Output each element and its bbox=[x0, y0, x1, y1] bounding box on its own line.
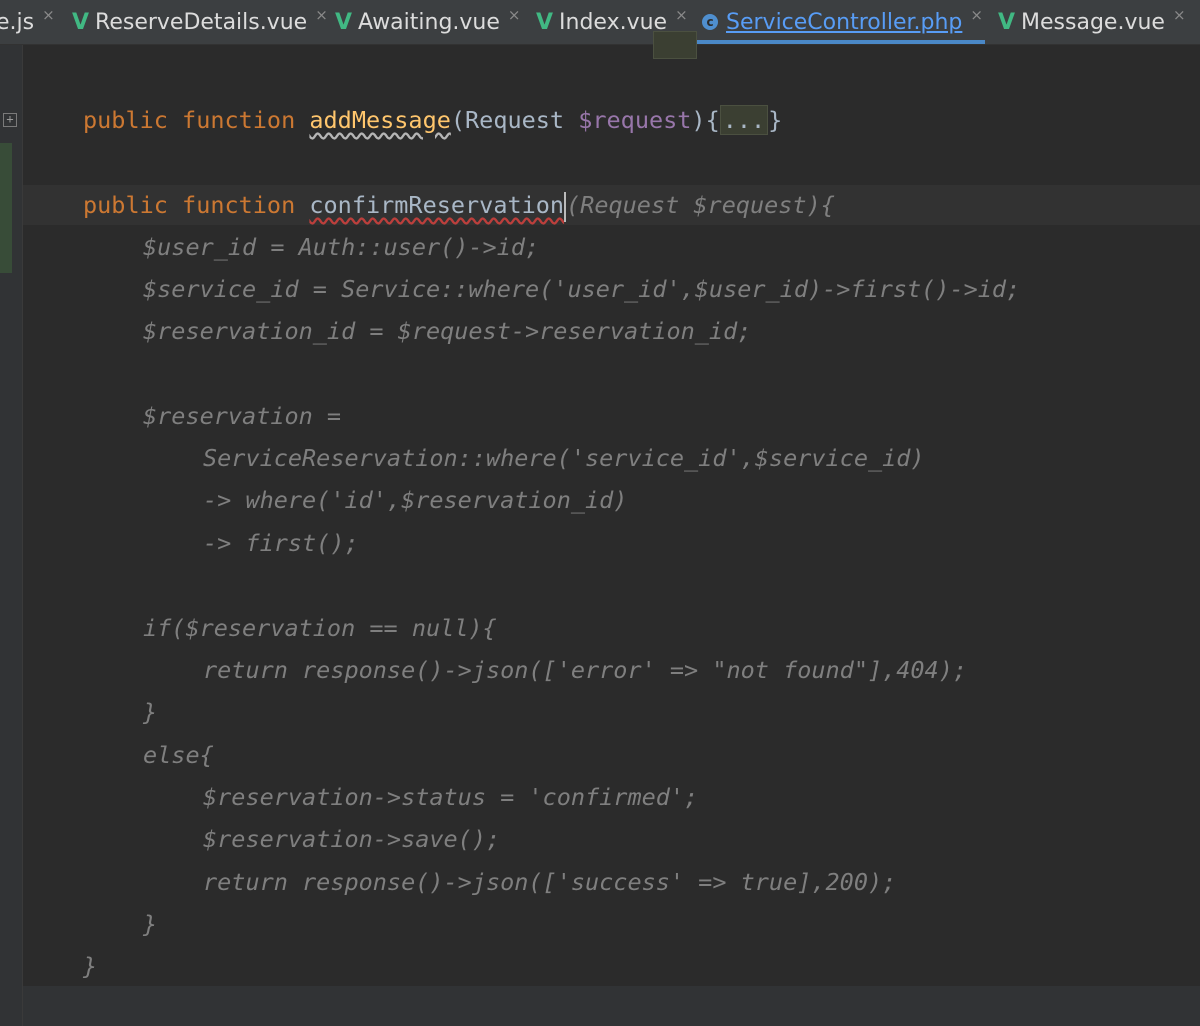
tab-label: ReserveDetails.vue bbox=[95, 9, 308, 35]
keyword-public: public bbox=[83, 106, 168, 134]
tab-label: e.js bbox=[0, 9, 35, 35]
close-icon[interactable]: × bbox=[970, 6, 983, 24]
folded-code-badge[interactable]: ... bbox=[719, 105, 769, 135]
fold-expand-icon[interactable]: + bbox=[3, 113, 17, 127]
close-icon[interactable]: × bbox=[508, 6, 521, 24]
code-line: $service_id = Service::where('user_id',$… bbox=[143, 275, 1021, 303]
tab-e-js[interactable]: e.js × bbox=[0, 0, 55, 44]
keyword-public: public bbox=[83, 191, 168, 219]
code-line: public function confirmReservation(Reque… bbox=[83, 185, 835, 225]
code-editor[interactable]: public function addMessage(Request $requ… bbox=[23, 31, 1200, 986]
editor-empty-area bbox=[23, 986, 1200, 1026]
code-line: public function addMessage(Request $requ… bbox=[83, 100, 782, 140]
function-params: (Request $request){ bbox=[566, 191, 835, 219]
editor-gutter: + bbox=[0, 45, 23, 1026]
code-line: } bbox=[143, 910, 158, 938]
tab-service-controller-php[interactable]: c ServiceController.php × bbox=[692, 0, 985, 44]
code-line: $user_id = Auth::user()->id; bbox=[143, 233, 540, 261]
vue-icon: V bbox=[998, 9, 1016, 35]
tab-label: Index.vue bbox=[559, 9, 668, 35]
code-line: $reservation = bbox=[143, 402, 342, 430]
php-class-icon: c bbox=[702, 14, 718, 30]
code-line: } bbox=[143, 698, 158, 726]
paren: ){ bbox=[691, 106, 720, 134]
code-line: return response()->json(['success' => tr… bbox=[203, 868, 897, 896]
brace: } bbox=[768, 106, 783, 134]
code-line: -> first(); bbox=[203, 529, 359, 557]
code-line: $reservation_id = $request->reservation_… bbox=[143, 317, 752, 345]
paren: ( bbox=[450, 106, 466, 134]
code-line: } bbox=[83, 952, 98, 980]
code-line: ServiceReservation::where('service_id',$… bbox=[203, 444, 925, 472]
vue-icon: V bbox=[335, 9, 353, 35]
folded-region-partial[interactable] bbox=[653, 31, 697, 59]
vue-icon: V bbox=[72, 9, 90, 35]
function-name: addMessage bbox=[309, 106, 451, 134]
tab-label: Awaiting.vue bbox=[358, 9, 500, 35]
code-line: if($reservation == null){ bbox=[143, 614, 497, 642]
type-name: Request bbox=[465, 106, 565, 134]
code-line: else{ bbox=[143, 741, 214, 769]
vue-icon: V bbox=[536, 9, 554, 35]
vcs-change-marker[interactable] bbox=[0, 143, 12, 273]
keyword-function: function bbox=[182, 106, 296, 134]
tab-reserve-details-vue[interactable]: V ReserveDetails.vue × bbox=[72, 0, 328, 44]
tab-label: Message.vue bbox=[1021, 9, 1165, 35]
code-line: $reservation->status = 'confirmed'; bbox=[203, 783, 699, 811]
close-icon[interactable]: × bbox=[1173, 6, 1186, 24]
code-line: return response()->json(['error' => "not… bbox=[203, 656, 968, 684]
editor-tab-bar: e.js × V ReserveDetails.vue × V Awaiting… bbox=[0, 0, 1200, 45]
close-icon[interactable]: × bbox=[315, 6, 328, 24]
tab-label: ServiceController.php bbox=[726, 9, 963, 35]
tab-awaiting-vue[interactable]: V Awaiting.vue × bbox=[335, 0, 521, 44]
keyword-function: function bbox=[182, 191, 296, 219]
ide-window: e.js × V ReserveDetails.vue × V Awaiting… bbox=[0, 0, 1200, 1026]
code-line: $reservation->save(); bbox=[203, 825, 501, 853]
variable: $request bbox=[578, 106, 692, 134]
code-line: -> where('id',$reservation_id) bbox=[203, 486, 628, 514]
close-icon[interactable]: × bbox=[675, 6, 688, 24]
close-icon[interactable]: × bbox=[42, 6, 55, 24]
tab-message-vue[interactable]: V Message.vue × bbox=[998, 0, 1186, 44]
function-name: confirmReservation bbox=[309, 191, 565, 219]
